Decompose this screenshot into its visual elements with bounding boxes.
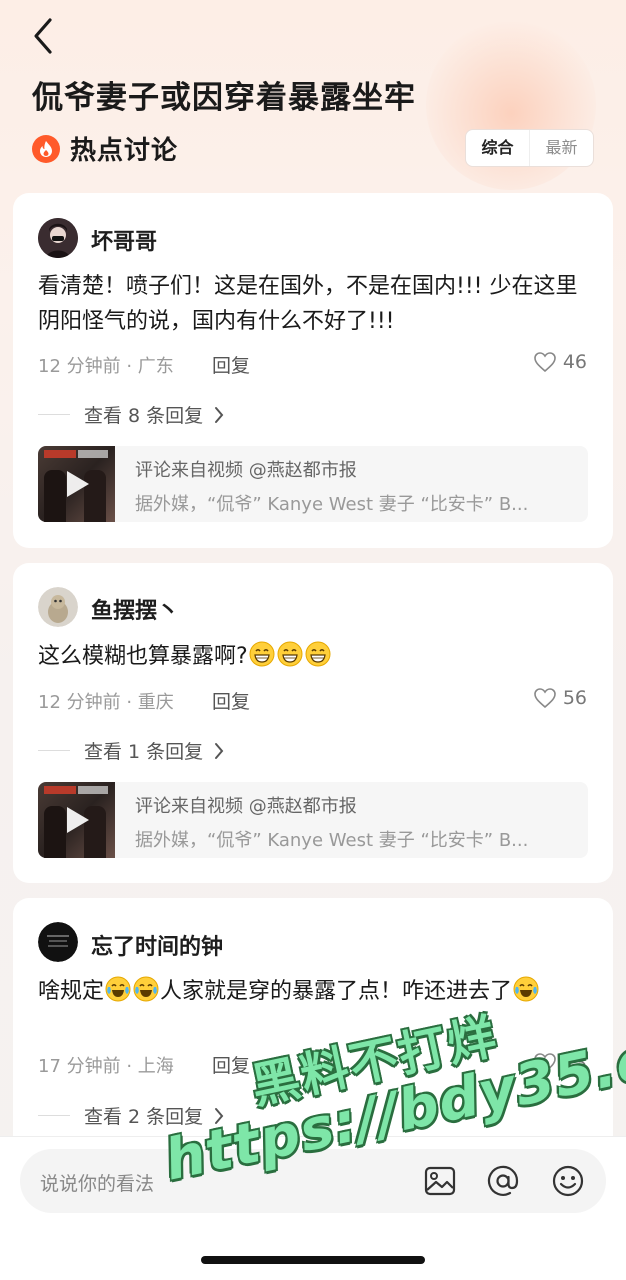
section-label: 热点讨论 [70, 136, 179, 166]
comment-text-part: 啥规定 [38, 979, 105, 1004]
play-icon [67, 807, 89, 833]
page-title: 侃爷妻子或因穿着暴露坐牢 [32, 80, 416, 116]
comment-username[interactable]: 坏哥哥 [91, 224, 157, 256]
view-replies-label: 查看 1 条回复 [84, 741, 204, 763]
like-count: 46 [562, 351, 587, 373]
avatar[interactable] [38, 922, 78, 962]
comment-time-location: 12 分钟前 · 广东 [38, 356, 174, 377]
video-thumbnail [38, 782, 115, 858]
chevron-right-icon [215, 406, 224, 423]
comment-text: 啥规定 人家就是穿的暴露了点！咋还进去了 [38, 974, 591, 1009]
video-summary: 据外媒，“侃爷” Kanye West 妻子 “比安卡” B... [135, 830, 529, 851]
divider [38, 1115, 70, 1116]
image-icon[interactable] [422, 1163, 458, 1199]
video-thumbnail [38, 446, 115, 522]
comment-text-part: 人家就是穿的暴露了点！咋还进去了 [160, 979, 513, 1004]
view-replies-button[interactable]: 查看 1 条回复 [38, 737, 225, 764]
chevron-right-icon [215, 1107, 224, 1124]
reply-button[interactable]: 回复 [212, 351, 250, 378]
view-replies-label: 查看 8 条回复 [84, 405, 204, 427]
tears-of-joy-emoji-icon [513, 976, 539, 1002]
comment-card: 忘了时间的钟 啥规定 人家就是穿的暴露了点！咋还进去了 17 分钟前 · 上海 回… [13, 898, 613, 1158]
view-replies-label: 查看 2 条回复 [84, 1106, 204, 1128]
like-button[interactable]: 13 [533, 1052, 587, 1074]
section-header: 热点讨论 [32, 130, 178, 167]
emoji-icon[interactable] [550, 1163, 586, 1199]
divider [38, 750, 70, 751]
divider [38, 414, 70, 415]
view-replies-button[interactable]: 查看 8 条回复 [38, 401, 225, 428]
home-indicator [201, 1256, 425, 1264]
video-source: 评论来自视频 @燕赵都市报 [135, 460, 357, 481]
heart-icon [534, 352, 556, 373]
grinning-emoji-icon [277, 641, 303, 667]
comment-card: 坏哥哥 看清楚！喷子们！这是在国外，不是在国内!!! 少在这里阴阳怪气的说，国内… [13, 193, 613, 548]
like-button[interactable]: 46 [533, 351, 587, 373]
comment-input[interactable]: 说说你的看法 [20, 1149, 606, 1213]
chevron-left-icon [34, 18, 52, 54]
heart-icon [534, 1053, 556, 1074]
like-count: 56 [562, 687, 587, 709]
comment-username[interactable]: 鱼摆摆丶 [91, 593, 179, 625]
video-summary: 据外媒，“侃爷” Kanye West 妻子 “比安卡” B... [135, 494, 529, 515]
like-count: 13 [562, 1052, 587, 1074]
mention-icon[interactable] [485, 1163, 521, 1199]
play-icon [67, 471, 89, 497]
comment-input-placeholder: 说说你的看法 [40, 1173, 155, 1195]
avatar[interactable] [38, 218, 78, 258]
view-replies-button[interactable]: 查看 2 条回复 [38, 1102, 225, 1129]
grinning-emoji-icon [305, 641, 331, 667]
sort-option-comprehensive[interactable]: 综合 [466, 130, 529, 166]
comment-card: 鱼摆摆丶 这么模糊也算暴露啊? 12 分钟前 · 重庆 回复 56 查看 1 条… [13, 563, 613, 883]
video-reference[interactable]: 评论来自视频 @燕赵都市报 据外媒，“侃爷” Kanye West 妻子 “比安… [38, 782, 588, 858]
comment-time-location: 12 分钟前 · 重庆 [38, 692, 174, 713]
flame-icon [32, 134, 60, 163]
chevron-right-icon [215, 742, 224, 759]
comment-text-body: 这么模糊也算暴露啊? [38, 644, 248, 669]
comment-text: 看清楚！喷子们！这是在国外，不是在国内!!! 少在这里阴阳怪气的说，国内有什么不… [38, 274, 578, 334]
avatar[interactable] [38, 587, 78, 627]
reply-button[interactable]: 回复 [212, 1051, 250, 1078]
tears-of-joy-emoji-icon [105, 976, 131, 1002]
sort-toggle: 综合 最新 [465, 129, 594, 167]
reply-button[interactable]: 回复 [212, 687, 250, 714]
back-button[interactable] [22, 14, 66, 58]
video-reference[interactable]: 评论来自视频 @燕赵都市报 据外媒，“侃爷” Kanye West 妻子 “比安… [38, 446, 588, 522]
comment-time-location: 17 分钟前 · 上海 [38, 1056, 174, 1077]
sort-option-latest[interactable]: 最新 [529, 130, 593, 166]
comment-text: 这么模糊也算暴露啊? [38, 639, 591, 674]
heart-icon [534, 688, 556, 709]
tears-of-joy-emoji-icon [133, 976, 159, 1002]
video-source: 评论来自视频 @燕赵都市报 [135, 796, 357, 817]
comment-username[interactable]: 忘了时间的钟 [91, 929, 223, 961]
grinning-emoji-icon [249, 641, 275, 667]
like-button[interactable]: 56 [533, 687, 587, 709]
